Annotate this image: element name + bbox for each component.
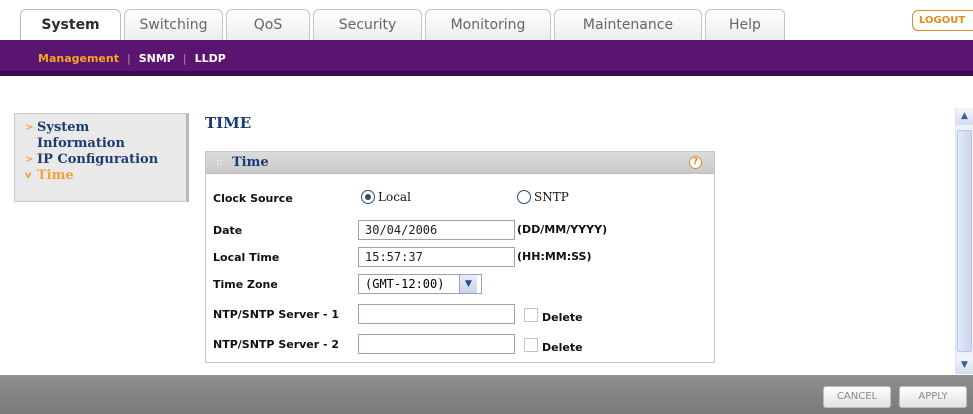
help-icon[interactable]: ? xyxy=(689,156,702,169)
scroll-up-icon[interactable]: ▲ xyxy=(956,108,973,125)
tab-help[interactable]: Help xyxy=(705,9,785,40)
chevron-down-icon: v xyxy=(25,170,32,181)
tab-monitoring[interactable]: Monitoring xyxy=(425,9,551,40)
date-format-hint: (DD/MM/YYYY) xyxy=(517,223,608,236)
radio-local-label: Local xyxy=(378,190,411,204)
tab-qos[interactable]: QoS xyxy=(226,9,310,40)
subnav-item-lldp[interactable]: LLDP xyxy=(195,52,226,65)
panel-header: :: Time ? xyxy=(206,152,714,174)
chevron-down-icon[interactable]: ▼ xyxy=(459,275,477,293)
chevron-right-icon: > xyxy=(25,154,34,165)
ntp-server-1-delete-label: Delete xyxy=(542,311,583,324)
radio-sntp-label: SNTP xyxy=(534,190,569,204)
sidebar-item-label: IP Configuration xyxy=(37,152,159,167)
page-title: TIME xyxy=(205,114,252,132)
tab-security[interactable]: Security xyxy=(313,9,422,40)
grip-icon: :: xyxy=(216,157,223,168)
ntp-server-2-delete-label: Delete xyxy=(542,341,583,354)
sidebar-item-ip-configuration[interactable]: > IP Configuration xyxy=(25,152,186,168)
time-format-hint: (HH:MM:SS) xyxy=(517,250,592,263)
time-panel: :: Time ? Clock Source Local SNTP Date 3… xyxy=(205,151,715,363)
cancel-button[interactable]: CANCEL xyxy=(823,386,891,408)
top-nav: System Switching QoS Security Monitoring… xyxy=(0,0,973,40)
sidebar-item-label: System Information xyxy=(37,120,125,151)
ntp-server-1-input[interactable] xyxy=(358,304,515,324)
tab-switching[interactable]: Switching xyxy=(124,9,223,40)
radio-local[interactable]: Local xyxy=(361,190,411,204)
local-time-label: Local Time xyxy=(213,251,280,264)
sidebar-item-system-information[interactable]: > System Information xyxy=(25,120,186,152)
subnav-item-snmp[interactable]: SNMP xyxy=(139,52,175,65)
subnav-separator: | xyxy=(182,52,187,65)
bottom-action-bar: CANCEL APPLY xyxy=(0,375,973,414)
ntp-server-2-delete-checkbox[interactable] xyxy=(524,338,538,352)
radio-unselected-icon xyxy=(517,190,531,204)
scrollbar-thumb[interactable] xyxy=(957,130,972,352)
sub-nav: Management | SNMP | LLDP xyxy=(0,40,973,76)
date-label: Date xyxy=(213,224,243,237)
local-time-input[interactable]: 15:57:37 xyxy=(358,247,515,267)
subnav-separator: | xyxy=(126,52,131,65)
date-input[interactable]: 30/04/2006 xyxy=(358,220,515,240)
scroll-down-icon[interactable]: ▼ xyxy=(956,357,973,374)
radio-selected-icon xyxy=(361,190,375,204)
tab-system[interactable]: System xyxy=(20,9,121,40)
vertical-scrollbar[interactable]: ▲ ▼ xyxy=(955,108,973,374)
time-zone-value: (GMT-12:00) xyxy=(365,277,445,291)
sidebar: > System Information > IP Configuration … xyxy=(14,113,189,202)
logout-button[interactable]: LOGOUT xyxy=(912,10,973,31)
time-zone-label: Time Zone xyxy=(213,278,278,291)
sidebar-item-time[interactable]: v Time xyxy=(25,168,186,184)
time-zone-select[interactable]: (GMT-12:00) ▼ xyxy=(358,274,482,294)
chevron-right-icon: > xyxy=(25,122,34,133)
ntp-server-1-label: NTP/SNTP Server - 1 xyxy=(213,308,340,321)
panel-title: Time xyxy=(232,155,269,170)
main-tabs: System Switching QoS Security Monitoring… xyxy=(20,9,788,40)
clock-source-label: Clock Source xyxy=(213,192,293,205)
ntp-server-2-label: NTP/SNTP Server - 2 xyxy=(213,338,340,351)
radio-sntp[interactable]: SNTP xyxy=(517,190,569,204)
sidebar-item-label: Time xyxy=(37,168,74,183)
ntp-server-1-delete-checkbox[interactable] xyxy=(524,308,538,322)
ntp-server-2-input[interactable] xyxy=(358,334,515,354)
apply-button[interactable]: APPLY xyxy=(899,386,967,408)
subnav-item-management[interactable]: Management xyxy=(38,52,119,65)
tab-maintenance[interactable]: Maintenance xyxy=(554,9,702,40)
